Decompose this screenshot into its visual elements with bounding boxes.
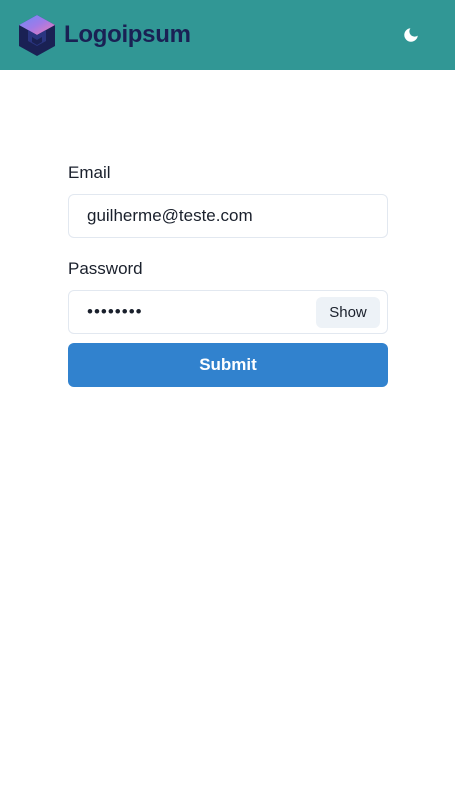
password-input-value[interactable]: ••••••••	[87, 291, 143, 333]
moon-icon	[404, 28, 418, 42]
email-label: Email	[68, 163, 111, 182]
theme-toggle-button[interactable]	[396, 20, 426, 50]
logo-text: Logoipsum	[64, 21, 191, 48]
logo[interactable]: Logoipsum	[18, 13, 191, 57]
login-form: Email guilherme@teste.com Password •••••…	[68, 160, 388, 387]
app-header: Logoipsum	[0, 0, 455, 70]
password-field[interactable]: •••••••• Show	[68, 290, 388, 334]
show-password-button[interactable]: Show	[316, 297, 380, 328]
submit-button[interactable]: Submit	[68, 343, 388, 387]
email-input-value[interactable]: guilherme@teste.com	[87, 195, 253, 237]
hexagon-cube-logo-icon	[19, 14, 55, 56]
password-label: Password	[68, 259, 143, 278]
email-field[interactable]: guilherme@teste.com	[68, 194, 388, 238]
